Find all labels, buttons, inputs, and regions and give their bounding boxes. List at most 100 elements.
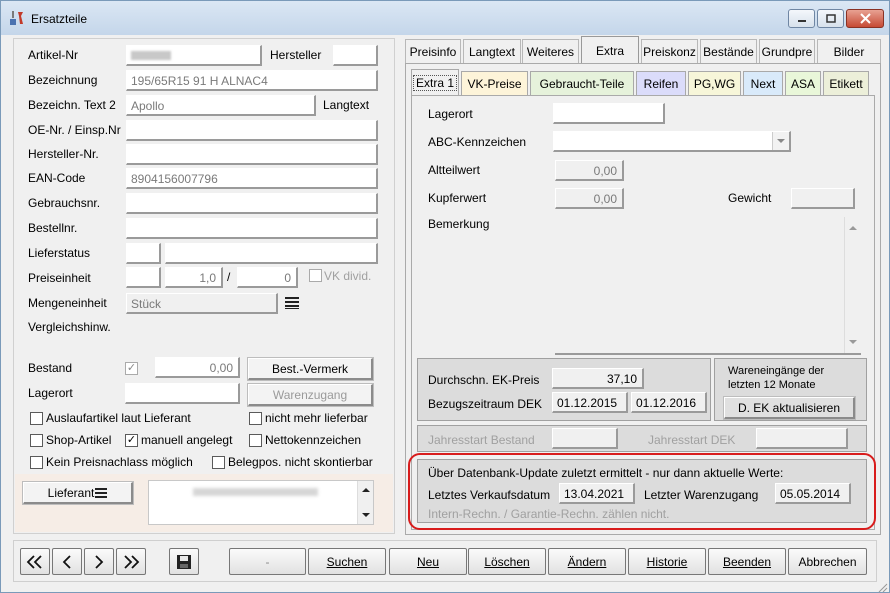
letzter-wz-field[interactable]: 05.05.2014 <box>775 483 851 504</box>
bestellnr-field[interactable] <box>126 218 378 239</box>
jahresstart-dek-field[interactable] <box>756 428 848 449</box>
beenden-button[interactable]: Beenden <box>708 548 786 575</box>
lieferstatus-text-field[interactable] <box>165 243 378 264</box>
tab-bestaende[interactable]: Bestände <box>700 39 757 63</box>
artikel-nr-field[interactable] <box>126 45 262 66</box>
save-button[interactable] <box>169 548 199 575</box>
list-icon[interactable] <box>284 296 300 310</box>
abc-label: ABC-Kennzeichen <box>428 135 527 149</box>
preiseinheit-unit-field[interactable] <box>126 267 161 288</box>
hersteller-field[interactable] <box>333 45 378 66</box>
hersteller-nr-field[interactable] <box>126 144 378 165</box>
hersteller-label: Hersteller <box>270 48 322 62</box>
scroll-up-icon[interactable] <box>362 487 370 493</box>
tab-bilder[interactable]: Bilder <box>817 39 881 63</box>
bezeichnung-field[interactable]: 195/65R15 91 H ALNAC4 <box>126 70 378 91</box>
scroll-up-icon[interactable] <box>849 225 857 231</box>
subtab-asa[interactable]: ASA <box>785 71 821 96</box>
jahresstart-dek-label: Jahresstart DEK <box>648 433 736 447</box>
loeschen-button[interactable]: Löschen <box>468 548 546 575</box>
placeholder-button[interactable]: - <box>229 548 306 575</box>
kein-preisnachlass-checkbox[interactable] <box>30 456 43 469</box>
letztes-vk-field[interactable]: 13.04.2021 <box>559 483 635 504</box>
abbrechen-button[interactable]: Abbrechen <box>788 548 867 575</box>
lieferstatus-code-field[interactable] <box>126 243 161 264</box>
mengeneinheit-label: Mengeneinheit <box>28 296 107 310</box>
suchen-button[interactable]: Suchen <box>308 548 386 575</box>
tab-langtext[interactable]: Langtext <box>463 39 521 63</box>
subtab-etikett[interactable]: Etikett <box>823 71 869 96</box>
close-icon <box>859 13 871 24</box>
best-vermerk-button[interactable]: Best.-Vermerk <box>248 358 373 380</box>
abc-select[interactable] <box>553 131 791 152</box>
lagerort-label: Lagerort <box>28 386 73 400</box>
subtab-next[interactable]: Next <box>743 71 783 96</box>
lieferant-scrollbar[interactable] <box>357 481 373 524</box>
scroll-down-icon[interactable] <box>849 339 857 345</box>
slash-label: / <box>227 270 231 284</box>
abc-dropdown-button[interactable] <box>772 132 789 150</box>
subtab-extra1[interactable]: Extra 1 <box>411 69 459 96</box>
nicht-mehr-lieferbar-checkbox[interactable] <box>249 412 262 425</box>
subtab-pg-wg[interactable]: PG,WG <box>688 71 741 96</box>
bemerkung-scrollbar[interactable] <box>844 217 861 353</box>
manuell-angelegt-label: manuell angelegt <box>141 433 233 447</box>
kupferwert-field[interactable]: 0,00 <box>555 188 624 209</box>
ean-field[interactable]: 8904156007796 <box>126 168 378 189</box>
oe-nr-field[interactable] <box>126 120 378 141</box>
preiseinheit-a-field[interactable]: 1,0 <box>165 267 223 288</box>
subtab-vk-preise[interactable]: VK-Preise <box>461 71 528 96</box>
first-record-button[interactable] <box>20 548 50 575</box>
d-ek-aktualisieren-button[interactable]: D. EK aktualisieren <box>724 397 855 419</box>
bestand-checkbox[interactable]: ✓ <box>125 362 138 375</box>
vk-divid-checkbox[interactable] <box>309 269 322 282</box>
scroll-down-icon[interactable] <box>362 512 370 518</box>
aendern-button[interactable]: Ändern <box>548 548 626 575</box>
tab-preiskonz[interactable]: Preiskonz <box>641 39 698 63</box>
resize-grip-icon[interactable] <box>876 581 888 593</box>
bemerkung-textarea[interactable] <box>555 217 861 355</box>
double-chevron-right-icon <box>124 554 140 569</box>
tab-grundpre[interactable]: Grundpre <box>759 39 815 63</box>
nettokennzeichen-checkbox[interactable] <box>249 434 262 447</box>
auslaufartikel-checkbox[interactable] <box>30 412 43 425</box>
maximize-button[interactable] <box>817 9 844 28</box>
preiseinheit-b-field[interactable]: 0 <box>237 267 298 288</box>
bezugszeitraum-label: Bezugszeitraum DEK <box>428 397 543 411</box>
gebrauchsnr-field[interactable] <box>126 193 378 214</box>
last-record-button[interactable] <box>116 548 146 575</box>
shop-artikel-checkbox[interactable] <box>30 434 43 447</box>
warenzugang-button[interactable]: Warenzugang <box>248 384 373 406</box>
historie-button[interactable]: Historie <box>628 548 706 575</box>
subtab-gebraucht-teile[interactable]: Gebraucht-Teile <box>530 71 634 96</box>
belegpos-label: Belegpos. nicht skontierbar <box>228 455 373 469</box>
lagerort-field[interactable] <box>125 383 240 404</box>
chevron-right-icon <box>95 554 104 569</box>
lieferant-textbox[interactable] <box>148 480 374 525</box>
close-button[interactable] <box>846 9 884 28</box>
tab-preisinfo[interactable]: Preisinfo <box>405 39 461 63</box>
prev-record-button[interactable] <box>52 548 82 575</box>
altteilwert-field[interactable]: 0,00 <box>555 160 624 181</box>
durchschn-ek-field[interactable]: 37,10 <box>552 368 644 389</box>
gewicht-field[interactable] <box>791 188 855 209</box>
nicht-mehr-lieferbar-label: nicht mehr lieferbar <box>265 411 368 425</box>
bestand-field[interactable]: 0,00 <box>155 357 240 378</box>
extra-lagerort-field[interactable] <box>553 103 665 124</box>
neu-button[interactable]: Neu <box>389 548 467 575</box>
next-record-button[interactable] <box>84 548 114 575</box>
tab-weiteres[interactable]: Weiteres <box>522 39 579 63</box>
lieferant-button[interactable]: Lieferant <box>23 482 133 504</box>
bezeichn-text2-field[interactable]: Apollo <box>126 95 316 116</box>
manuell-angelegt-checkbox[interactable]: ✓ <box>125 434 138 447</box>
mengeneinheit-field[interactable]: Stück <box>126 293 278 314</box>
lieferant-label: Lieferant <box>47 485 95 500</box>
jahresstart-bestand-field[interactable] <box>552 428 618 449</box>
subtab-reifen[interactable]: Reifen <box>636 71 686 96</box>
minimize-button[interactable] <box>788 9 815 28</box>
letzter-wz-label: Letzter Warenzugang <box>644 488 759 502</box>
belegpos-checkbox[interactable] <box>212 456 225 469</box>
tab-extra[interactable]: Extra <box>581 36 639 65</box>
bezugszeitraum-bis-field[interactable]: 01.12.2016 <box>631 392 707 413</box>
bezugszeitraum-von-field[interactable]: 01.12.2015 <box>552 392 628 413</box>
